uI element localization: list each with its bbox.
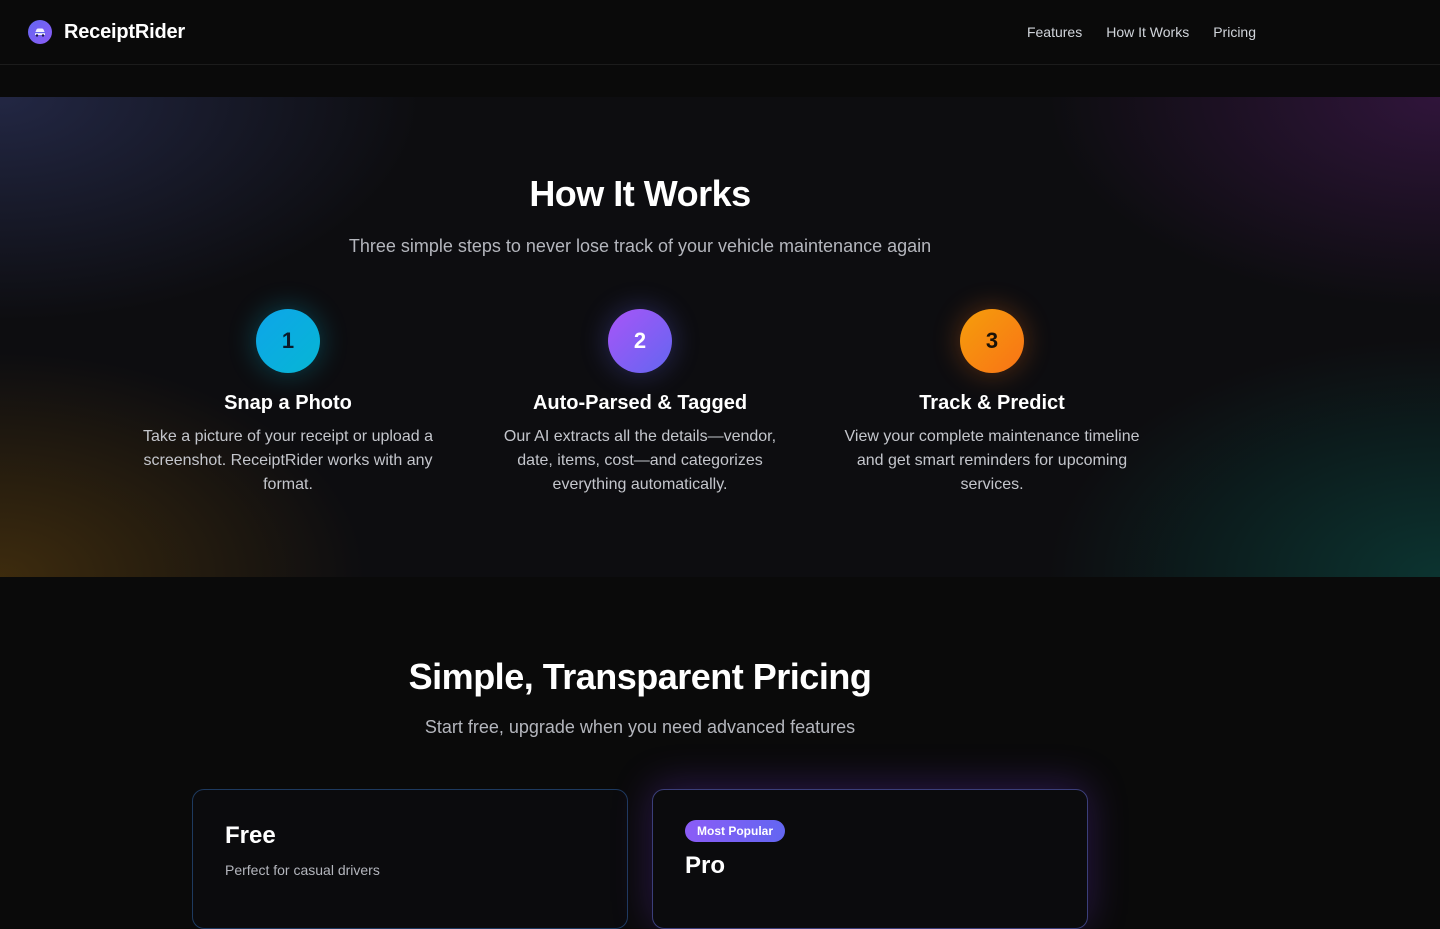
plan-card-free: Free Perfect for casual drivers: [192, 789, 628, 929]
step-number-badge: 2: [608, 309, 672, 373]
step-title: Auto-Parsed & Tagged: [532, 392, 748, 414]
plan-description: Perfect for casual drivers: [225, 862, 380, 878]
how-it-works-section: How It Works Three simple steps to never…: [0, 97, 1440, 577]
car-logo-icon: [28, 20, 52, 44]
nav-link-how-it-works[interactable]: How It Works: [1106, 24, 1189, 40]
plan-name: Free: [225, 822, 276, 849]
step-number-badge: 1: [256, 309, 320, 373]
nav-link-pricing[interactable]: Pricing: [1213, 24, 1256, 40]
step-description: Our AI extracts all the details—vendor, …: [503, 428, 777, 493]
brand[interactable]: ReceiptRider: [28, 20, 185, 44]
pricing-subtitle: Start free, upgrade when you need advanc…: [424, 717, 856, 737]
how-it-works-subtitle: Three simple steps to never lose track o…: [348, 236, 932, 256]
step-description: Take a picture of your receipt or upload…: [143, 428, 433, 493]
step-title: Snap a Photo: [224, 392, 352, 414]
step-1: 1 Snap a Photo Take a picture of your re…: [128, 309, 448, 497]
step-2: 2 Auto-Parsed & Tagged Our AI extracts a…: [480, 309, 800, 497]
nav-links: Features How It Works Pricing: [1027, 24, 1256, 40]
step-title: Track & Predict: [919, 392, 1065, 414]
plan-name: Pro: [685, 852, 726, 879]
how-it-works-title: How It Works: [529, 173, 751, 214]
nav-link-features[interactable]: Features: [1027, 24, 1082, 40]
pricing-title: Simple, Transparent Pricing: [408, 656, 872, 697]
plan-card-pro: Most Popular Pro: [652, 789, 1088, 929]
step-description: View your complete maintenance timeline …: [844, 428, 1140, 493]
step-number-badge: 3: [960, 309, 1024, 373]
step-3: 3 Track & Predict View your complete mai…: [832, 309, 1152, 497]
brand-name: ReceiptRider: [64, 20, 185, 43]
navbar: ReceiptRider Features How It Works Prici…: [0, 0, 1440, 65]
most-popular-badge: Most Popular: [685, 820, 786, 842]
